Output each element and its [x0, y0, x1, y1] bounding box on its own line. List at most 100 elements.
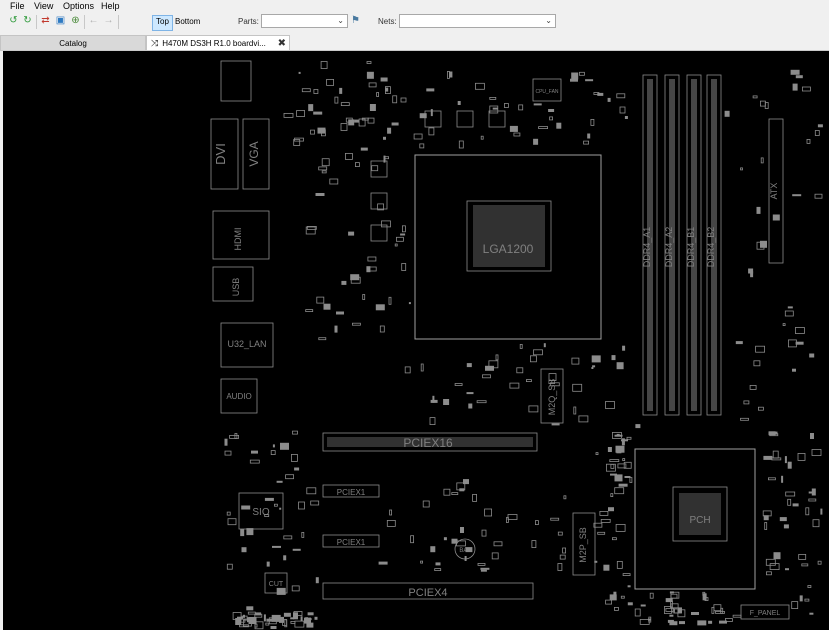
smd-footprint[interactable]: [550, 517, 560, 521]
smd-footprint[interactable]: [760, 100, 766, 107]
layer-bottom-button[interactable]: Bottom: [172, 15, 203, 29]
smd-footprint[interactable]: [708, 620, 713, 624]
smd-footprint[interactable]: [367, 256, 377, 262]
smd-footprint[interactable]: [290, 453, 298, 462]
smd-footprint[interactable]: [599, 510, 609, 516]
smd-footprint[interactable]: [820, 508, 823, 515]
smd-footprint[interactable]: [313, 89, 319, 94]
smd-footprint[interactable]: [279, 507, 282, 510]
smd-footprint[interactable]: [401, 225, 406, 233]
smd-footprint[interactable]: [616, 560, 623, 569]
smd-footprint[interactable]: [702, 593, 707, 601]
smd-footprint[interactable]: [451, 538, 458, 544]
smd-footprint[interactable]: [616, 93, 626, 99]
smd-footprint[interactable]: [817, 124, 823, 128]
smd-footprint[interactable]: [766, 571, 772, 576]
smd-footprint[interactable]: [797, 452, 806, 461]
smd-footprint[interactable]: [404, 366, 411, 374]
smd-footprint[interactable]: [235, 618, 242, 625]
smd-footprint[interactable]: [468, 403, 473, 409]
smd-footprint[interactable]: [458, 140, 464, 149]
smd-footprint[interactable]: [368, 82, 377, 88]
smd-footprint[interactable]: [449, 71, 453, 78]
smd-footprint[interactable]: [627, 585, 631, 588]
smd-footprint[interactable]: [383, 155, 386, 163]
smd-footprint[interactable]: [459, 488, 465, 492]
smd-footprint[interactable]: [509, 382, 520, 389]
smd-footprint[interactable]: [241, 505, 251, 510]
smd-footprint[interactable]: [805, 507, 810, 516]
smd-footprint[interactable]: [241, 547, 247, 553]
smd-footprint[interactable]: [649, 592, 654, 599]
smd-footprint[interactable]: [265, 622, 270, 626]
smd-footprint[interactable]: [809, 353, 815, 358]
smd-footprint[interactable]: [533, 138, 539, 145]
smd-footprint[interactable]: [788, 339, 797, 348]
smd-footprint[interactable]: [326, 78, 335, 86]
smd-footprint[interactable]: [719, 620, 727, 624]
smd-footprint[interactable]: [334, 325, 338, 333]
smd-footprint[interactable]: [792, 194, 802, 197]
smd-footprint[interactable]: [573, 406, 577, 415]
smd-footprint[interactable]: [610, 493, 614, 498]
smd-footprint[interactable]: [465, 547, 473, 553]
smd-footprint[interactable]: [310, 129, 315, 135]
smd-footprint[interactable]: [665, 598, 673, 603]
smd-footprint[interactable]: [334, 96, 339, 104]
smd-footprint[interactable]: [480, 569, 487, 572]
smd-footprint[interactable]: [315, 193, 325, 196]
smd-footprint[interactable]: [817, 560, 822, 565]
smd-footprint[interactable]: [381, 220, 391, 228]
smd-footprint[interactable]: [243, 614, 245, 618]
smd-footprint[interactable]: [743, 400, 750, 405]
smd-footprint[interactable]: [298, 71, 301, 74]
smd-footprint[interactable]: [443, 488, 451, 496]
smd-footprint[interactable]: [446, 70, 450, 79]
smd-footprint[interactable]: [276, 480, 283, 483]
smd-footprint[interactable]: [626, 436, 632, 440]
smd-footprint[interactable]: [314, 616, 318, 620]
smd-footprint[interactable]: [760, 240, 767, 248]
smd-footprint[interactable]: [752, 95, 758, 99]
smd-footprint[interactable]: [477, 563, 486, 566]
smd-footprint[interactable]: [481, 529, 487, 537]
smd-footprint[interactable]: [607, 97, 611, 102]
smd-footprint[interactable]: [571, 357, 580, 365]
smd-footprint[interactable]: [605, 599, 612, 605]
smd-footprint[interactable]: [430, 109, 433, 117]
smd-footprint[interactable]: [783, 524, 789, 529]
smd-footprint[interactable]: [318, 166, 328, 171]
tab-catalog[interactable]: Catalog: [0, 35, 146, 50]
smd-footprint[interactable]: [538, 126, 548, 129]
smd-footprint[interactable]: [697, 620, 707, 626]
smd-footprint[interactable]: [784, 456, 787, 464]
smd-footprint[interactable]: [466, 392, 474, 395]
smd-footprint[interactable]: [292, 430, 298, 435]
fit-icon[interactable]: ▣: [55, 15, 66, 26]
smd-footprint[interactable]: [622, 458, 626, 462]
smd-footprint[interactable]: [614, 487, 625, 495]
smd-footprint[interactable]: [380, 77, 388, 82]
smd-footprint[interactable]: [321, 170, 327, 174]
smd-footprint[interactable]: [366, 61, 372, 64]
smd-footprint[interactable]: [341, 280, 347, 285]
smd-footprint[interactable]: [620, 595, 625, 599]
smd-footprint[interactable]: [249, 459, 260, 464]
smd-footprint[interactable]: [224, 450, 232, 456]
smd-footprint[interactable]: [792, 83, 798, 91]
smd-footprint[interactable]: [493, 541, 503, 547]
smd-footprint[interactable]: [765, 558, 776, 566]
menu-file[interactable]: File: [10, 1, 25, 11]
smd-footprint[interactable]: [320, 61, 328, 69]
smd-footprint[interactable]: [329, 178, 339, 185]
smd-footprint[interactable]: [528, 405, 539, 413]
smd-footprint[interactable]: [460, 527, 464, 533]
smd-footprint[interactable]: [246, 528, 254, 536]
smd-footprint[interactable]: [587, 133, 591, 139]
smd-footprint[interactable]: [787, 306, 793, 309]
smd-footprint[interactable]: [600, 518, 611, 523]
smd-footprint[interactable]: [762, 510, 772, 517]
smd-footprint[interactable]: [432, 395, 435, 403]
smd-footprint[interactable]: [383, 136, 386, 140]
smd-footprint[interactable]: [385, 87, 389, 92]
